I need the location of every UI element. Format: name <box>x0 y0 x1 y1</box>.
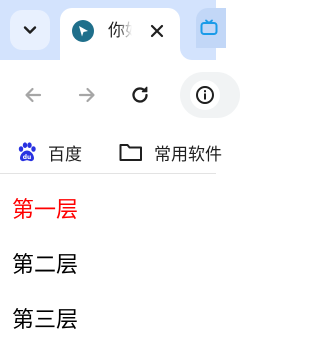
tab-corner <box>180 48 192 60</box>
folder-icon <box>119 144 142 161</box>
back-button[interactable] <box>15 77 51 113</box>
baidu-paw-icon: du <box>18 142 36 161</box>
arrow-right-icon <box>78 87 95 103</box>
tab-strip: 你好 <box>0 0 226 60</box>
bookmark-label: 百度 <box>48 144 82 165</box>
forward-button[interactable] <box>69 77 105 113</box>
level-item: 第二层 <box>12 253 79 278</box>
chevron-down-icon <box>23 26 37 34</box>
active-tab[interactable]: 你好 <box>60 8 180 60</box>
bookmark-folder[interactable]: 常用软件 <box>118 136 222 168</box>
bookmark-baidu[interactable]: du 百度 <box>16 136 82 168</box>
next-tab[interactable] <box>196 8 226 48</box>
tab-close-button[interactable] <box>144 18 170 44</box>
close-icon <box>150 24 164 38</box>
tv-icon <box>200 19 218 35</box>
level-item: 第三层 <box>12 308 79 333</box>
bookmarks-bar: du 百度 常用软件 <box>0 130 222 174</box>
address-bar[interactable] <box>180 72 240 118</box>
arrow-left-icon <box>25 87 42 103</box>
info-icon <box>196 86 214 104</box>
tab-title: 你好 <box>108 21 132 41</box>
svg-text:du: du <box>23 154 32 161</box>
page-content: 第一层 第二层 第三层 <box>0 175 216 355</box>
toolbar <box>0 60 240 130</box>
reload-icon <box>132 86 148 103</box>
bookmark-label: 常用软件 <box>154 144 222 165</box>
site-info-button[interactable] <box>190 80 220 110</box>
site-favicon-icon <box>72 20 94 42</box>
reload-button[interactable] <box>122 77 158 113</box>
level-item: 第一层 <box>12 198 79 223</box>
tab-search-button[interactable] <box>10 10 50 50</box>
